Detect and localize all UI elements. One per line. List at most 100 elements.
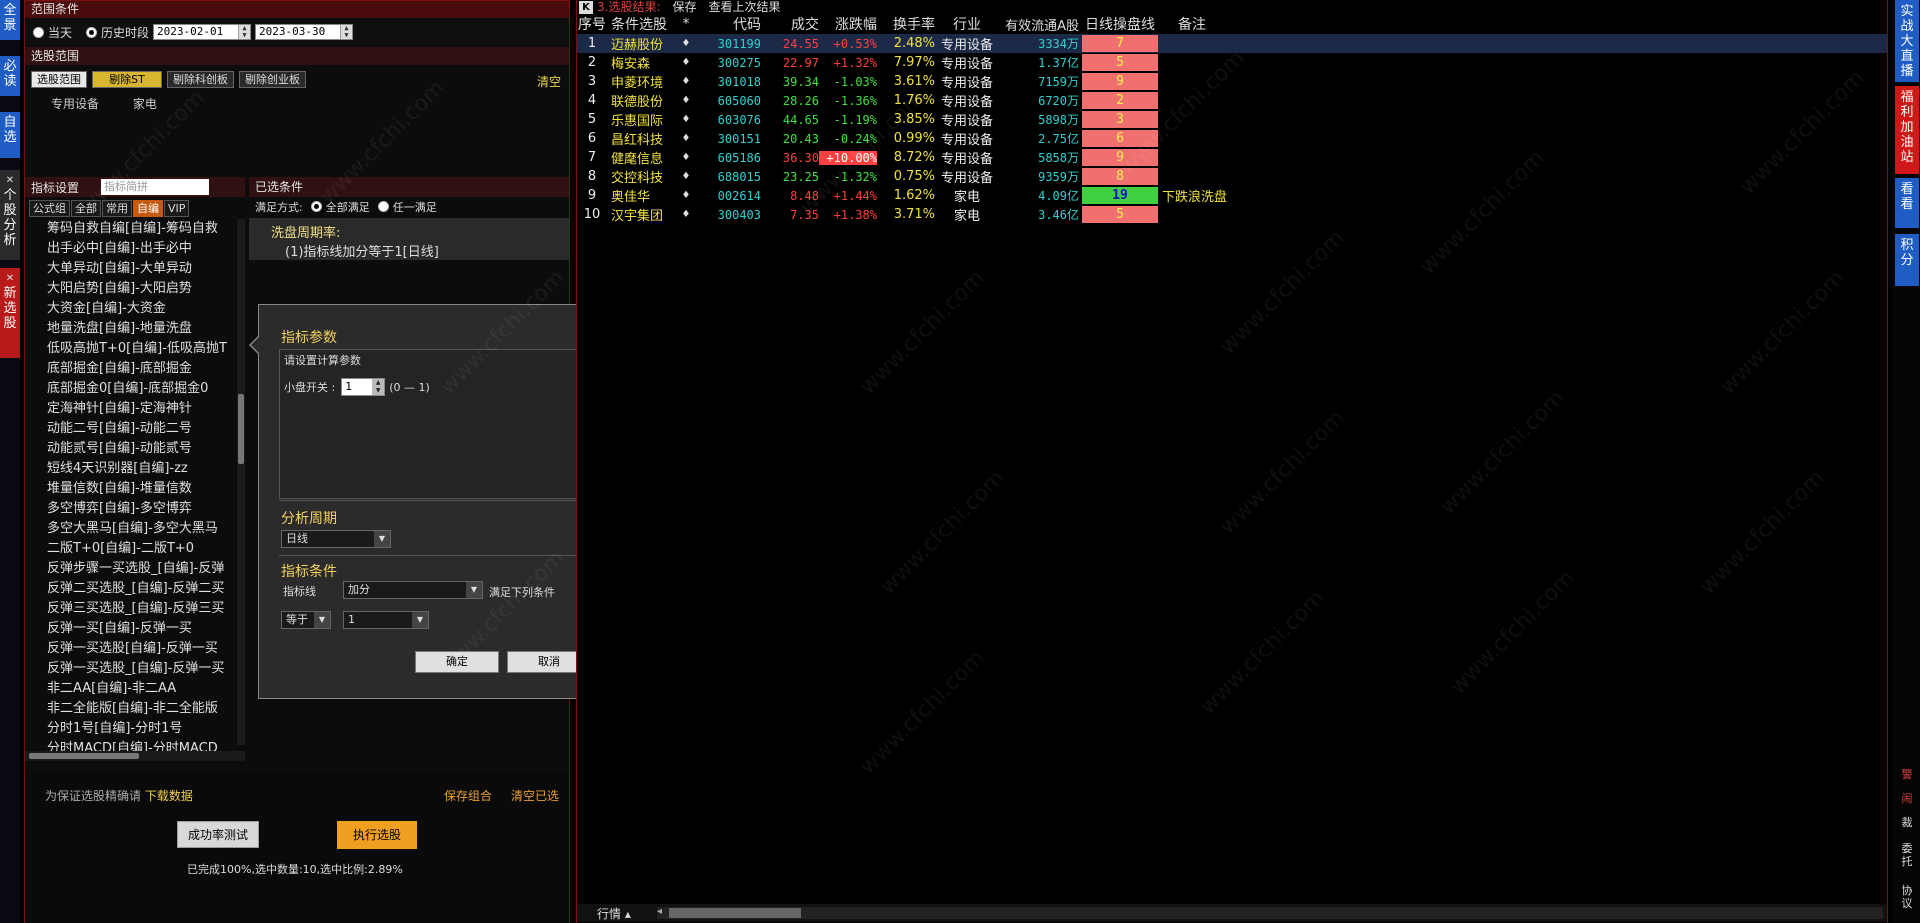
tab-look[interactable]: 看看 (1895, 178, 1919, 228)
operator-select[interactable]: 等于 ▼ (281, 611, 331, 629)
save-link[interactable]: 保存 (673, 0, 697, 14)
save-combo-link[interactable]: 保存组合 (444, 787, 492, 804)
indicator-hscrollbar[interactable] (25, 751, 245, 761)
tab-live-stream[interactable]: 实战大直播 (1895, 0, 1919, 82)
table-row[interactable]: 3 申菱环境 ♦ 301018 39.34 -1.03% 3.61% 专用设备 7159万 9 (577, 72, 1887, 91)
col-change[interactable]: 涨跌幅 (819, 14, 877, 34)
clear-scope-link[interactable]: 清空 (537, 73, 561, 90)
compare-value-input[interactable]: 1 ▼ (343, 611, 429, 629)
col-no[interactable]: 序号 (577, 14, 607, 34)
date-from-input[interactable]: 2023-02-01 ▲ ▼ (153, 24, 252, 40)
col-note[interactable]: 备注 (1158, 14, 1238, 34)
indicator-list-item[interactable]: 大资金[自编]-大资金 (25, 299, 237, 319)
table-row[interactable]: 10 汉宇集团 ♦ 300403 7.35 +1.38% 3.71% 家电 3.46亿 5 (577, 205, 1887, 224)
download-data-link[interactable]: 下载数据 (145, 789, 193, 803)
indicator-list-item[interactable]: 堆量信数[自编]-堆量信数 (25, 479, 237, 499)
date-to-input[interactable]: 2023-03-30 ▲ ▼ (255, 24, 354, 40)
alert-icon[interactable]: 警 (1898, 768, 1916, 781)
indicator-list-item[interactable]: 大单异动[自编]-大单异动 (25, 259, 237, 279)
entrust-button[interactable]: 委托 (1898, 842, 1916, 868)
scrollbar-thumb[interactable] (669, 908, 801, 918)
market-tab[interactable]: 行情 ▴ (577, 905, 639, 922)
table-row[interactable]: 6 昌红科技 ♦ 300151 20.43 -0.24% 0.99% 专用设备 2.75亿 6 (577, 129, 1887, 148)
indicator-list-item[interactable]: 反弹一买选股[自编]-反弹一买 (25, 639, 237, 659)
table-row[interactable]: 7 健麾信息 ♦ 605186 36.30 +10.00% 8.72% 专用设备 5858万 9 (577, 148, 1887, 167)
line-select[interactable]: 加分 ▼ (343, 581, 483, 599)
col-industry[interactable]: 行业 (935, 14, 999, 34)
table-row[interactable]: 1 迈赫股份 ♦ 301199 24.55 +0.53% 2.48% 专用设备 3334万 7 (577, 34, 1887, 53)
tab-welfare[interactable]: 福利加油站 (1895, 86, 1919, 174)
col-name[interactable]: 条件选股 (607, 14, 675, 34)
indicator-list-item[interactable]: 筹码自救自编[自编]-筹码自救 (25, 219, 237, 239)
exclude-star-market-button[interactable]: 剔除科创板 (167, 70, 234, 88)
tab-must-read[interactable]: 必读 (0, 56, 20, 96)
indicator-list-item[interactable]: 反弹三买选股_[自编]-反弹三买 (25, 599, 237, 619)
col-turnover[interactable]: 换手率 (877, 14, 935, 34)
results-hscrollbar[interactable]: ◂ (657, 906, 1883, 919)
table-row[interactable]: 9 奥佳华 ♦ 002614 8.48 +1.44% 1.62% 家电 4.09亿 19 下跌浪洗盘 (577, 186, 1887, 205)
indicator-list-item[interactable]: 非二AA[自编]-非二AA (25, 679, 237, 699)
param-value-input[interactable]: 1 ▲ ▼ (341, 378, 386, 396)
history-radio[interactable] (86, 26, 98, 38)
execute-screen-button[interactable]: 执行选股 (337, 821, 417, 849)
indicator-list-item[interactable]: 动能二号[自编]-动能二号 (25, 419, 237, 439)
indicator-list-item[interactable]: 反弹一买[自编]-反弹一买 (25, 619, 237, 639)
col-price[interactable]: 成交 (761, 14, 819, 34)
indicator-list-item[interactable]: 出手必中[自编]-出手必中 (25, 239, 237, 259)
indicator-list-item[interactable]: 二版T+0[自编]-二版T+0 (25, 539, 237, 559)
clear-selected-link[interactable]: 清空已选 (511, 787, 559, 804)
tab-vip[interactable]: VIP (164, 200, 190, 217)
table-row[interactable]: 4 联德股份 ♦ 605060 28.26 -1.36% 1.76% 专用设备 6720万 2 (577, 91, 1887, 110)
today-radio[interactable] (33, 26, 44, 38)
indicator-list-item[interactable]: 非二全能版[自编]-非二全能版 (25, 699, 237, 719)
agreement-button[interactable]: 协议 (1898, 884, 1916, 910)
indicator-list-item[interactable]: 大阳启势[自编]-大阳启势 (25, 279, 237, 299)
tab-formula-group[interactable]: 公式组 (29, 200, 70, 217)
chevron-left-icon[interactable]: ◂ (657, 906, 662, 917)
scrollbar-thumb[interactable] (29, 753, 139, 759)
tab-panorama[interactable]: 全景 (0, 0, 20, 40)
scope-range-button[interactable]: 选股范围 (31, 70, 87, 88)
indicator-list-item[interactable]: 多空博弈[自编]-多空博弈 (25, 499, 237, 519)
indicator-list-item[interactable]: 底部掘金[自编]-底部掘金 (25, 359, 237, 379)
tab-common[interactable]: 常用 (102, 200, 132, 217)
indicator-list-item[interactable]: 多空大黑马[自编]-多空大黑马 (25, 519, 237, 539)
col-code[interactable]: 代码 (697, 14, 761, 34)
spinner-icon[interactable]: ▲ ▼ (340, 25, 353, 39)
indicator-search-input[interactable]: 指标简拼 (101, 179, 210, 195)
close-icon[interactable]: ✕ (0, 271, 20, 286)
alarm-icon[interactable]: 闹 (1898, 792, 1916, 805)
crop-icon[interactable]: 裁 (1898, 816, 1916, 829)
col-wash-line[interactable]: 日线操盘线 (1082, 14, 1158, 34)
table-row[interactable]: 2 梅安森 ♦ 300275 22.97 +1.32% 7.97% 专用设备 1.37亿 5 (577, 53, 1887, 72)
close-icon[interactable]: ✕ (0, 173, 20, 188)
tab-new-screener[interactable]: ✕ 新选股 (0, 268, 20, 358)
tab-stock-analysis[interactable]: ✕ 个股分析 (0, 170, 20, 260)
period-select[interactable]: 日线 ▼ (281, 530, 391, 548)
condition-item[interactable]: 洗盘周期率: (1)指标线加分等于1[日线] (249, 218, 569, 260)
spinner-icon[interactable]: ▲ ▼ (238, 25, 251, 39)
indicator-list-item[interactable]: 地量洗盘[自编]-地量洗盘 (25, 319, 237, 339)
indicator-list-item[interactable]: 低吸高抛T+0[自编]-低吸高抛T (25, 339, 237, 359)
indicator-list-item[interactable]: 反弹一买选股_[自编]-反弹一买 (25, 659, 237, 679)
scrollbar-thumb[interactable] (238, 394, 244, 464)
tab-all[interactable]: 全部 (71, 200, 101, 217)
col-star[interactable]: * (675, 16, 697, 32)
indicator-list-item[interactable]: 底部掘金0[自编]-底部掘金0 (25, 379, 237, 399)
col-float-shares[interactable]: 有效流通A股 (999, 15, 1079, 34)
indicator-list-item[interactable]: 定海神针[自编]-定海神针 (25, 399, 237, 419)
tab-watchlist[interactable]: 自选 (0, 112, 20, 158)
spinner-icon[interactable]: ▲ ▼ (372, 379, 385, 395)
tab-points[interactable]: 积分 (1895, 234, 1919, 286)
satisfy-all-radio[interactable] (310, 201, 322, 212)
indicator-list-item[interactable]: 反弹二买选股_[自编]-反弹二买 (25, 579, 237, 599)
table-row[interactable]: 8 交控科技 ♦ 688015 23.25 -1.32% 0.75% 专用设备 9359万 8 (577, 167, 1887, 186)
ok-button[interactable]: 确定 (415, 651, 499, 673)
indicator-scrollbar[interactable] (237, 219, 245, 745)
satisfy-any-radio[interactable] (377, 201, 389, 212)
tab-custom[interactable]: 自编 (133, 200, 163, 217)
exclude-chinext-button[interactable]: 剔除创业板 (239, 70, 306, 88)
view-last-link[interactable]: 查看上次结果 (709, 0, 781, 14)
exclude-st-button[interactable]: 剔除ST (92, 70, 162, 88)
indicator-list-item[interactable]: 分时1号[自编]-分时1号 (25, 719, 237, 739)
